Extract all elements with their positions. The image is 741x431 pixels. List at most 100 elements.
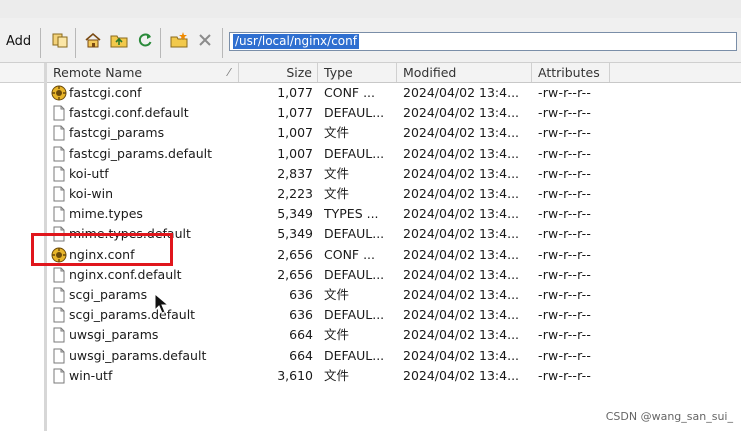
column-header-attributes[interactable]: Attributes	[532, 63, 610, 82]
file-icon	[51, 287, 67, 303]
file-icon	[51, 146, 67, 162]
column-header-modified[interactable]: Modified	[397, 63, 532, 82]
file-icon	[51, 206, 67, 222]
file-attributes: -rw-r--r--	[538, 287, 592, 302]
file-type: CONF ...	[324, 85, 376, 100]
file-name: fastcgi_params	[69, 125, 165, 141]
file-icon	[51, 327, 67, 343]
file-icon	[51, 368, 67, 384]
file-modified: 2024/04/02 13:4...	[403, 347, 520, 363]
file-attributes: -rw-r--r--	[538, 307, 592, 323]
file-row[interactable]: fastcgi.conf.default 1,077 DEFAUL... 2024/0…	[47, 103, 741, 123]
file-type: DEFAUL...	[324, 347, 385, 363]
column-header-row: Remote Name ⁄ Size Type Modified Attribut…	[47, 63, 741, 83]
file-type: CONF ...	[324, 246, 376, 262]
path-input-value: /usr/local/nginx/conf	[233, 34, 359, 49]
file-attributes: -rw-r--r--	[538, 105, 592, 121]
file-attributes: -rw-r--r--	[538, 367, 592, 383]
file-icon	[51, 348, 67, 364]
file-modified: 2024/04/02 13:4...	[403, 125, 520, 141]
file-icon	[51, 186, 67, 202]
file-name: fastcgi_params.default	[69, 145, 213, 161]
file-icon	[51, 307, 67, 323]
file-name: nginx.conf.default	[69, 266, 182, 282]
file-attributes: -rw-r--r--	[538, 85, 592, 100]
file-icon	[51, 267, 67, 283]
file-attributes: -rw-r--r--	[538, 246, 592, 262]
file-row[interactable]: scgi_params 636 文件 2024/04/02 13:4... -rw-r-…	[47, 285, 741, 305]
file-type: DEFAUL...	[324, 266, 385, 282]
path-input[interactable]: /usr/local/nginx/conf	[229, 32, 737, 51]
file-size: 636	[289, 307, 313, 323]
file-type: DEFAUL...	[324, 145, 385, 161]
file-name: uwsgi_params.default	[69, 347, 207, 363]
file-name: win-utf	[69, 367, 113, 383]
local-pane-header	[0, 63, 44, 83]
file-type: DEFAUL...	[324, 105, 385, 121]
file-row[interactable]: koi-win 2,223 文件 2024/04/02 13:4... -rw-r--r…	[47, 184, 741, 204]
file-size: 1,077	[277, 85, 313, 100]
file-modified: 2024/04/02 13:4...	[403, 307, 520, 323]
toolbar-divider	[222, 28, 223, 58]
file-modified: 2024/04/02 13:4...	[403, 206, 520, 222]
file-size: 664	[289, 327, 313, 343]
annotation-highlight-box	[31, 233, 173, 266]
file-size: 1,007	[277, 145, 313, 161]
copy-icon[interactable]	[51, 31, 69, 49]
file-row[interactable]: koi-utf 2,837 文件 2024/04/02 13:4... -rw-r--r…	[47, 164, 741, 184]
file-row[interactable]: uwsgi_params 664 文件 2024/04/02 13:4... -rw-r…	[47, 325, 741, 345]
file-type: 文件	[324, 165, 350, 181]
home-icon[interactable]	[84, 31, 102, 49]
file-modified: 2024/04/02 13:4...	[403, 85, 520, 100]
file-name: fastcgi.conf.default	[69, 105, 189, 121]
file-type: 文件	[324, 287, 350, 302]
window-top-strip	[0, 0, 741, 18]
file-type: TYPES ...	[324, 206, 379, 222]
refresh-icon[interactable]	[136, 31, 154, 49]
toolbar-divider	[160, 28, 161, 58]
file-type: 文件	[324, 186, 350, 201]
mouse-cursor-icon	[154, 293, 170, 314]
file-row[interactable]: win-utf 3,610 文件 2024/04/02 13:4... -rw-r--r…	[47, 366, 741, 386]
toolbar-divider	[40, 28, 41, 58]
file-attributes: -rw-r--r--	[538, 165, 592, 181]
new-folder-icon[interactable]	[170, 31, 188, 49]
file-size: 1,077	[277, 105, 313, 121]
file-modified: 2024/04/02 13:4...	[403, 165, 520, 181]
file-row[interactable]: scgi_params.default 636 DEFAUL... 2024/04/0…	[47, 305, 741, 325]
file-size: 664	[289, 347, 313, 363]
file-row[interactable]: uwsgi_params.default 664 DEFAUL... 2024/04/…	[47, 346, 741, 366]
column-header-type[interactable]: Type	[318, 63, 397, 82]
file-row[interactable]: nginx.conf.default 2,656 DEFAUL... 2024/04/…	[47, 265, 741, 285]
file-row[interactable]: fastcgi.conf 1,077 CONF ... 2024/04/02 13:4…	[47, 83, 741, 103]
file-modified: 2024/04/02 13:4...	[403, 246, 520, 262]
file-modified: 2024/04/02 13:4...	[403, 186, 520, 201]
file-size: 1,007	[277, 125, 313, 141]
file-attributes: -rw-r--r--	[538, 145, 592, 161]
file-attributes: -rw-r--r--	[538, 226, 592, 242]
file-modified: 2024/04/02 13:4...	[403, 266, 520, 282]
file-row[interactable]: fastcgi_params 1,007 文件 2024/04/02 13:4... -…	[47, 123, 741, 143]
column-header-size[interactable]: Size	[239, 63, 318, 82]
folder-up-icon[interactable]	[110, 31, 128, 49]
file-attributes: -rw-r--r--	[538, 206, 592, 222]
add-button[interactable]: Add	[6, 34, 31, 49]
file-row[interactable]: fastcgi_params.default 1,007 DEFAUL... 2024…	[47, 144, 741, 164]
column-header-name[interactable]: Remote Name ⁄	[47, 63, 239, 82]
toolbar: Add /usr/local/nginx/conf	[0, 18, 741, 63]
file-attributes: -rw-r--r--	[538, 347, 592, 363]
file-size: 2,837	[277, 165, 313, 181]
file-type: DEFAUL...	[324, 307, 385, 323]
file-type: DEFAUL...	[324, 226, 385, 242]
file-modified: 2024/04/02 13:4...	[403, 145, 520, 161]
watermark: CSDN @wang_san_sui_	[605, 410, 733, 423]
file-name: mime.types	[69, 206, 143, 222]
file-name: koi-win	[69, 186, 114, 201]
file-size: 3,610	[277, 367, 313, 383]
file-name: fastcgi.conf	[69, 85, 142, 100]
file-size: 636	[289, 287, 313, 302]
file-icon	[51, 125, 67, 141]
file-row[interactable]: mime.types 5,349 TYPES ... 2024/04/02 13:4.…	[47, 204, 741, 224]
sort-indicator-icon: ⁄	[228, 66, 230, 79]
delete-icon[interactable]	[196, 31, 214, 49]
